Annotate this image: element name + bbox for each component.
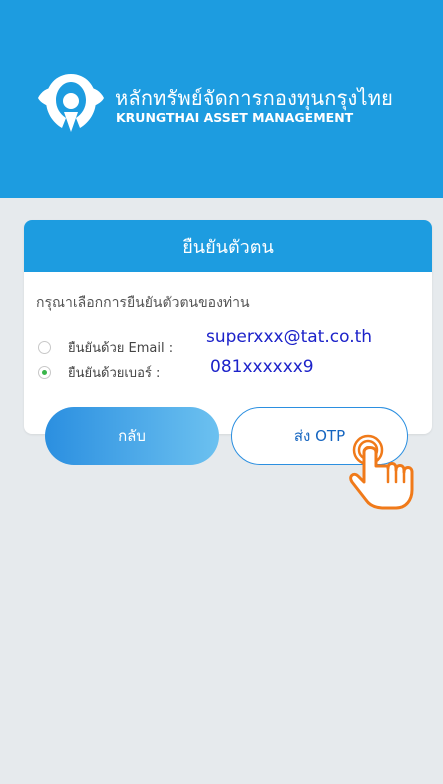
- option-email[interactable]: ยืนยันด้วย Email : superxxx@tat.co.th: [38, 327, 372, 358]
- option-phone[interactable]: ยืนยันด้วยเบอร์ : 081xxxxxx9: [38, 357, 314, 383]
- phone-value: 081xxxxxx9: [210, 357, 314, 377]
- back-button[interactable]: กลับ: [45, 407, 219, 465]
- email-option-label: ยืนยันด้วย Email :: [68, 341, 174, 356]
- phone-option-label: ยืนยันด้วยเบอร์ :: [68, 366, 161, 381]
- krungthai-logo-icon: [38, 74, 104, 132]
- tap-hand-icon: [349, 434, 414, 510]
- brand-name-english: KRUNGTHAI ASSET MANAGEMENT: [116, 110, 354, 125]
- email-radio[interactable]: [38, 341, 51, 354]
- app-header: หลักทรัพย์จัดการกองทุนกรุงไทย KRUNGTHAI …: [0, 0, 443, 198]
- phone-radio[interactable]: [38, 366, 51, 379]
- email-value: superxxx@tat.co.th: [206, 327, 373, 347]
- verify-prompt: กรุณาเลือกการยืนยันตัวตนของท่าน: [36, 295, 250, 311]
- verify-identity-card: ยืนยันตัวตน กรุณาเลือกการยืนยันตัวตนของท…: [24, 220, 432, 434]
- card-header: ยืนยันตัวตน: [24, 220, 432, 272]
- card-title: ยืนยันตัวตน: [182, 236, 274, 258]
